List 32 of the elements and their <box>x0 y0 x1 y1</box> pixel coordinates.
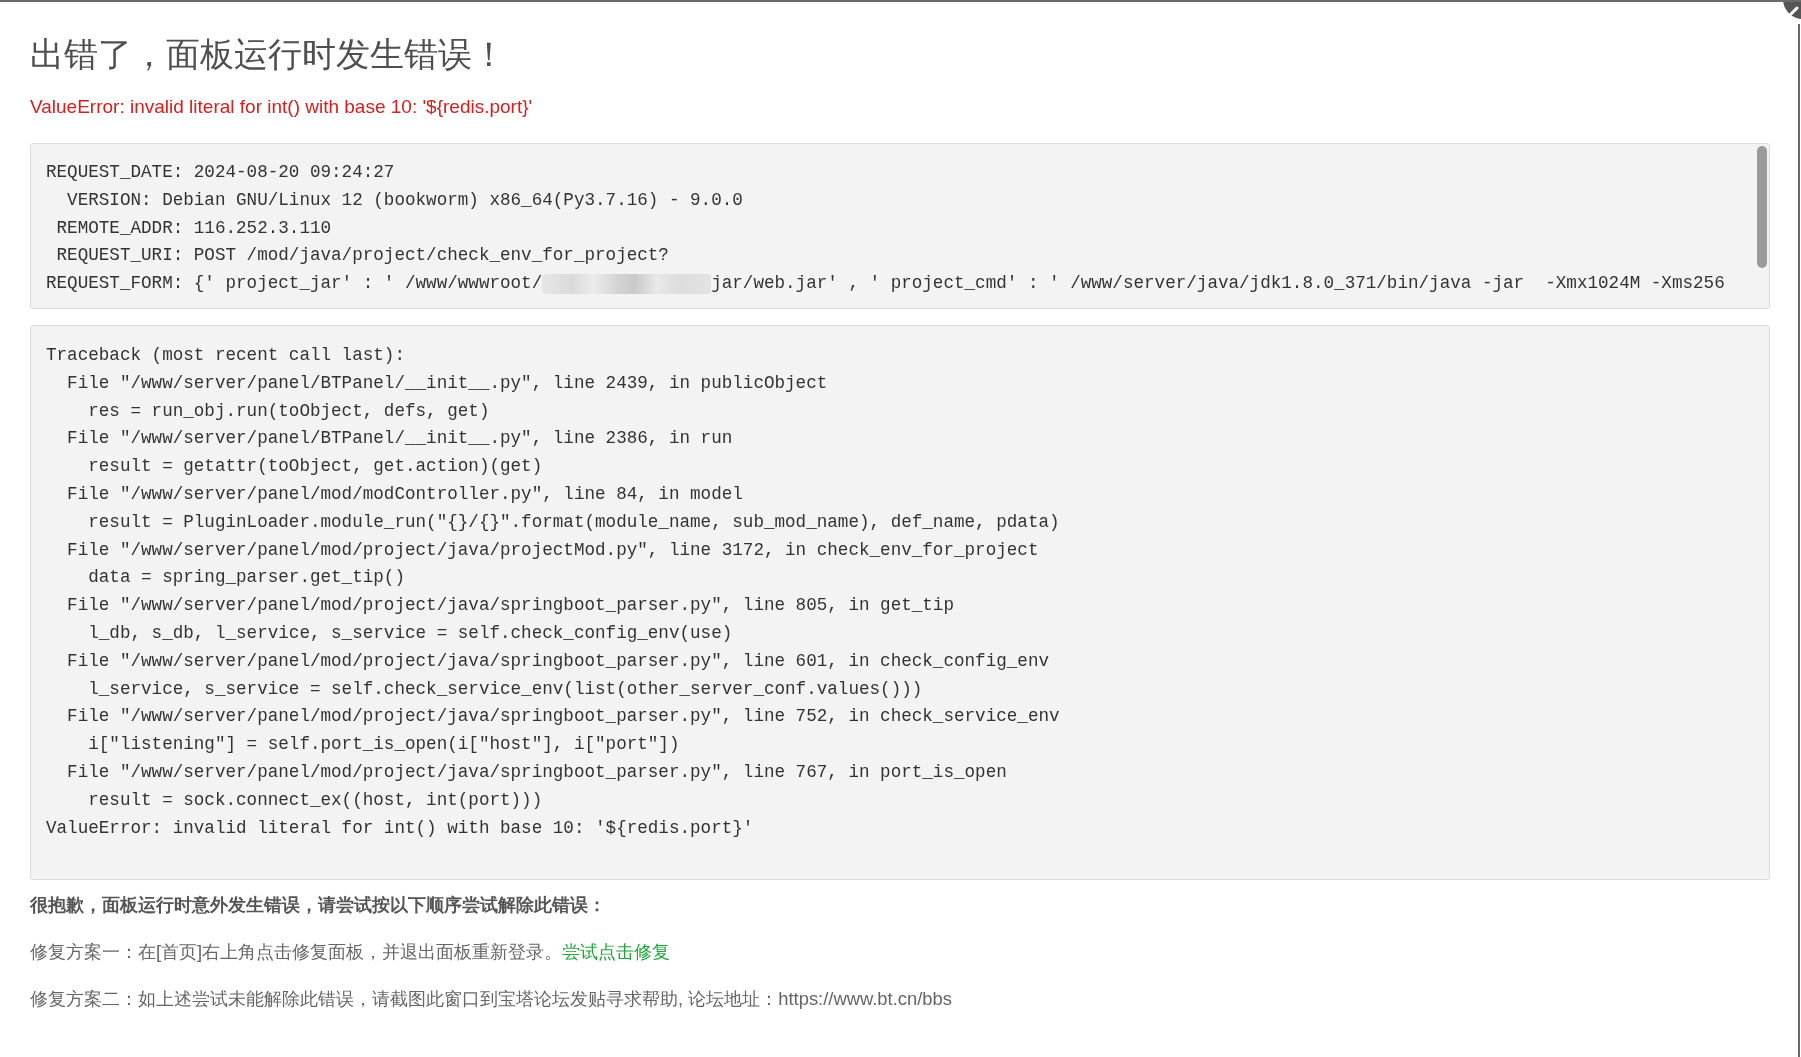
traceback-line: File "/www/server/panel/mod/project/java/springboot_parser.py", line 601, in check_config_env <box>66 649 1050 673</box>
traceback-line: result = getattr(toObject, get.action)(get) <box>87 455 544 479</box>
traceback-line: l_db, s_db, l_service, s_service = self.check_config_env(use) <box>87 621 734 645</box>
request-info-line: jar/web.jar' , ' project_cmd' : ' /www/server/java/jdk1.8.0_371/bin/java -jar -Xmx1024M -Xms256 <box>711 272 1725 296</box>
traceback-line: data = spring_parser.get_tip() <box>87 566 406 590</box>
traceback-line: File "/www/server/panel/BTPanel/__init__.py", line 2439, in publicObject <box>66 371 829 395</box>
traceback-line: Traceback (most recent call last): <box>46 344 406 367</box>
traceback-line: ValueError: invalid literal for int() with base 10: '${redis.port}' <box>46 816 755 840</box>
traceback-line: File "/www/server/panel/mod/project/java/springboot_parser.py", line 805, in get_tip <box>66 594 955 618</box>
traceback-line: File "/www/server/panel/mod/modController.py", line 84, in model <box>66 483 744 506</box>
traceback-line: l_service, s_service = self.check_service_env(list(other_server_conf.values())) <box>87 677 924 701</box>
repair-link[interactable]: 尝试点击修复 <box>562 940 671 965</box>
request-info-line: REMOTE_ADDR: 116.252.3.110 <box>55 216 333 240</box>
close-icon[interactable] <box>1781 2 1801 22</box>
traceback-line: res = run_obj.run(toObject, defs, get) <box>87 399 491 423</box>
traceback-line: File "/www/server/panel/mod/project/java/springboot_parser.py", line 752, in check_service_env <box>66 705 1061 729</box>
dialog-title: 出错了，面板运行时发生错误！ <box>30 34 506 75</box>
scrollbar-thumb[interactable] <box>1757 146 1767 268</box>
help-step-text: 修复方案二：如上述尝试未能解除此错误，请截图此窗口到宝塔论坛发贴寻求帮助, 论坛地址：https://www.bt.cn/bbs <box>30 987 952 1012</box>
request-info-line: REQUEST_FORM: {' project_jar' : ' /www/wwwroot/ <box>46 272 543 296</box>
traceback-line: File "/www/server/panel/BTPanel/__init__.py", line 2386, in run <box>66 427 734 451</box>
request-info-line: REQUEST_URI: POST /mod/java/project/check_env_for_project? <box>55 244 670 268</box>
traceback-line: result = sock.connect_ex((host, int(port))) <box>87 788 544 812</box>
help-step-text: 修复方案一：在[首页]右上角点击修复面板，并退出面板重新登录。 <box>30 940 563 965</box>
traceback-line: result = PluginLoader.module_run("{}/{}".format(module_name, sub_mod_name), def_name, pdata) <box>87 510 1061 534</box>
traceback-line: File "/www/server/panel/mod/project/java/springboot_parser.py", line 767, in port_is_open <box>66 760 1008 784</box>
traceback-line: File "/www/server/panel/mod/project/java/projectMod.py", line 3172, in check_env_for_project <box>66 538 1040 562</box>
error-message: ValueError: invalid literal for int() with base 10: '${redis.port}' <box>30 95 533 119</box>
request-info-line: VERSION: Debian GNU/Linux 12 (bookworm) x86_64(Py3.7.16) - 9.0.0 <box>66 188 744 212</box>
help-heading: 很抱歉，面板运行时意外发生错误，请尝试按以下顺序尝试解除此错误： <box>30 894 606 918</box>
traceback-line: i["listening"] = self.port_is_open(i["host"], i["port"]) <box>87 733 681 757</box>
request-info-line: REQUEST_DATE: 2024-08-20 09:24:27 <box>46 161 396 184</box>
